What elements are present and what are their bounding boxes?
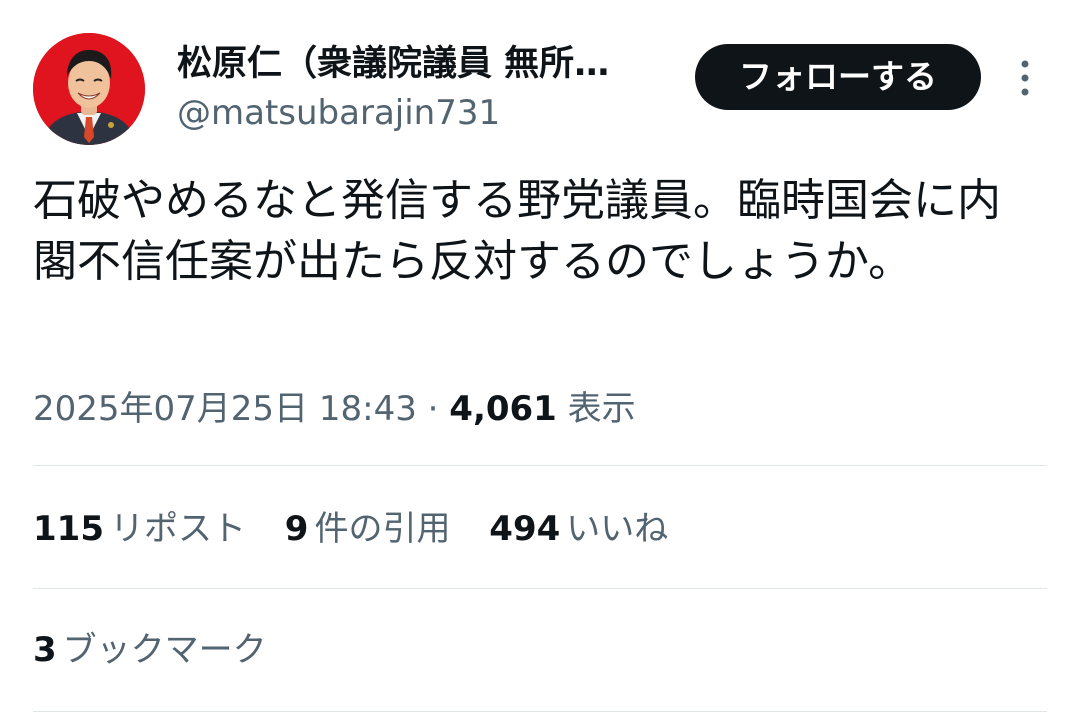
engagement-stats: 115 リポスト 9 件の引用 494 いいね xyxy=(33,504,696,554)
quotes-label: 件の引用 xyxy=(314,509,451,549)
views-count: 4,061 xyxy=(449,389,557,429)
divider xyxy=(33,588,1047,589)
likes-count: 494 xyxy=(489,509,561,549)
likes-stat[interactable]: 494 いいね xyxy=(489,504,668,554)
bookmarks-count: 3 xyxy=(33,630,57,670)
more-vertical-icon[interactable] xyxy=(1010,58,1040,98)
tweet-detail: 松原仁（衆議院議員 無所属） @matsubarajin731 フォローする 石… xyxy=(0,0,1080,718)
divider xyxy=(33,465,1047,466)
follow-button[interactable]: フォローする xyxy=(695,44,981,110)
quotes-stat[interactable]: 9 件の引用 xyxy=(285,504,451,554)
tweet-text: 石破やめるなと発信する野党議員。臨時国会に内閣不信任案が出たら反対するのでしょう… xyxy=(33,175,1001,287)
meta-separator: · xyxy=(427,389,439,429)
reposts-label: リポスト xyxy=(109,509,246,549)
reposts-count: 115 xyxy=(33,509,104,549)
quotes-count: 9 xyxy=(284,509,309,549)
author-handle[interactable]: @matsubarajin731 xyxy=(177,90,500,136)
divider xyxy=(33,711,1047,712)
likes-label: いいね xyxy=(566,509,669,549)
author-name[interactable]: 松原仁（衆議院議員 無所属） xyxy=(177,40,637,88)
views-label: 表示 xyxy=(567,389,636,429)
tweet-meta: 2025年07月25日 18:43 · 4,061 表示 xyxy=(33,384,636,434)
bookmarks-label: ブックマーク xyxy=(62,630,267,670)
bookmarks-stat[interactable]: 3 ブックマーク xyxy=(33,625,267,675)
avatar[interactable] xyxy=(33,33,145,145)
avatar-portrait-image xyxy=(33,33,145,145)
timestamp[interactable]: 2025年07月25日 18:43 xyxy=(33,389,417,429)
reposts-stat[interactable]: 115 リポスト xyxy=(33,504,246,554)
